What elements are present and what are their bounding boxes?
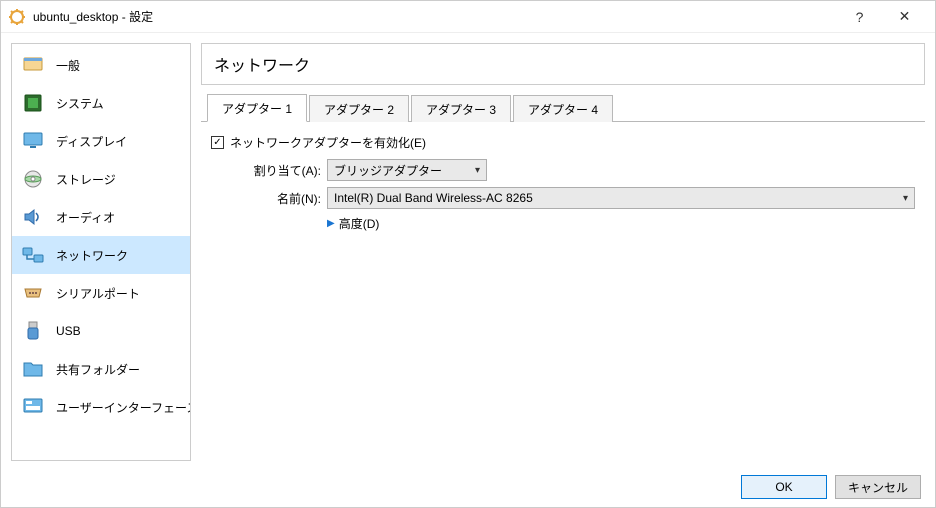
adapter-settings: 割り当て(A): ブリッジアダプター 名前(N): Intel(R) Dual … bbox=[211, 159, 915, 232]
tab-adapter-1[interactable]: アダプター 1 bbox=[207, 94, 307, 122]
tab-adapter-3[interactable]: アダプター 3 bbox=[411, 95, 511, 122]
dialog-footer: OK キャンセル bbox=[1, 467, 935, 507]
enable-adapter-checkbox[interactable]: ✓ bbox=[211, 136, 224, 149]
sidebar-label: オーディオ bbox=[56, 209, 115, 226]
adapter-tabs: アダプター 1 アダプター 2 アダプター 3 アダプター 4 bbox=[201, 93, 925, 122]
dialog-body: 一般 システム ディスプレイ ストレージ オーディオ ネットワーク bbox=[1, 33, 935, 467]
sidebar-label: ストレージ bbox=[56, 171, 116, 188]
sidebar-item-system[interactable]: システム bbox=[12, 84, 190, 122]
tab-adapter-2[interactable]: アダプター 2 bbox=[309, 95, 409, 122]
ui-icon bbox=[22, 396, 44, 418]
sidebar-item-ui[interactable]: ユーザーインターフェース bbox=[12, 388, 190, 426]
ok-button[interactable]: OK bbox=[741, 475, 827, 499]
sidebar-item-general[interactable]: 一般 bbox=[12, 46, 190, 84]
sidebar-item-serial[interactable]: シリアルポート bbox=[12, 274, 190, 312]
sidebar-label: ユーザーインターフェース bbox=[56, 399, 191, 416]
tab-adapter-4[interactable]: アダプター 4 bbox=[513, 95, 613, 122]
adapter-name-label: 名前(N): bbox=[231, 190, 321, 207]
settings-window: ubuntu_desktop - 設定 ? ✕ 一般 システム ディスプレイ ス… bbox=[0, 0, 936, 508]
app-icon bbox=[9, 9, 25, 25]
adapter-pane: ✓ ネットワークアダプターを有効化(E) 割り当て(A): ブリッジアダプター … bbox=[201, 122, 925, 248]
sidebar-label: システム bbox=[56, 95, 104, 112]
sidebar-item-display[interactable]: ディスプレイ bbox=[12, 122, 190, 160]
enable-adapter-row: ✓ ネットワークアダプターを有効化(E) bbox=[211, 134, 915, 151]
adapter-name-value: Intel(R) Dual Band Wireless-AC 8265 bbox=[334, 191, 533, 205]
serial-icon bbox=[22, 282, 44, 304]
main-panel: ネットワーク アダプター 1 アダプター 2 アダプター 3 アダプター 4 ✓… bbox=[201, 43, 925, 461]
advanced-label: 高度(D) bbox=[339, 215, 380, 232]
system-icon bbox=[22, 92, 44, 114]
attached-to-row: 割り当て(A): ブリッジアダプター bbox=[231, 159, 915, 181]
sidebar-label: ディスプレイ bbox=[56, 133, 127, 150]
folder-icon bbox=[22, 358, 44, 380]
attached-to-label: 割り当て(A): bbox=[231, 162, 321, 179]
category-sidebar: 一般 システム ディスプレイ ストレージ オーディオ ネットワーク bbox=[11, 43, 191, 461]
sidebar-label: シリアルポート bbox=[56, 285, 140, 302]
adapter-name-select[interactable]: Intel(R) Dual Band Wireless-AC 8265 bbox=[327, 187, 915, 209]
sidebar-item-storage[interactable]: ストレージ bbox=[12, 160, 190, 198]
general-icon bbox=[22, 54, 44, 76]
enable-adapter-label: ネットワークアダプターを有効化(E) bbox=[230, 134, 426, 151]
audio-icon bbox=[22, 206, 44, 228]
triangle-right-icon: ▶ bbox=[327, 218, 335, 229]
attached-to-select[interactable]: ブリッジアダプター bbox=[327, 159, 487, 181]
titlebar: ubuntu_desktop - 設定 ? ✕ bbox=[1, 1, 935, 33]
usb-icon bbox=[22, 320, 44, 342]
advanced-row: ▶ 高度(D) bbox=[231, 215, 915, 232]
display-icon bbox=[22, 130, 44, 152]
storage-icon bbox=[22, 168, 44, 190]
section-heading: ネットワーク bbox=[201, 43, 925, 85]
sidebar-label: USB bbox=[56, 324, 81, 338]
help-button[interactable]: ? bbox=[837, 2, 882, 32]
sidebar-item-network[interactable]: ネットワーク bbox=[12, 236, 190, 274]
sidebar-item-shared[interactable]: 共有フォルダー bbox=[12, 350, 190, 388]
cancel-button[interactable]: キャンセル bbox=[835, 475, 921, 499]
window-title: ubuntu_desktop - 設定 bbox=[33, 8, 837, 25]
close-button[interactable]: ✕ bbox=[882, 2, 927, 32]
adapter-name-row: 名前(N): Intel(R) Dual Band Wireless-AC 82… bbox=[231, 187, 915, 209]
attached-to-value: ブリッジアダプター bbox=[334, 162, 442, 179]
sidebar-item-audio[interactable]: オーディオ bbox=[12, 198, 190, 236]
sidebar-label: ネットワーク bbox=[56, 247, 128, 264]
sidebar-label: 一般 bbox=[56, 57, 80, 74]
sidebar-item-usb[interactable]: USB bbox=[12, 312, 190, 350]
network-icon bbox=[22, 244, 44, 266]
sidebar-label: 共有フォルダー bbox=[56, 361, 140, 378]
advanced-expander[interactable]: ▶ 高度(D) bbox=[327, 215, 379, 232]
